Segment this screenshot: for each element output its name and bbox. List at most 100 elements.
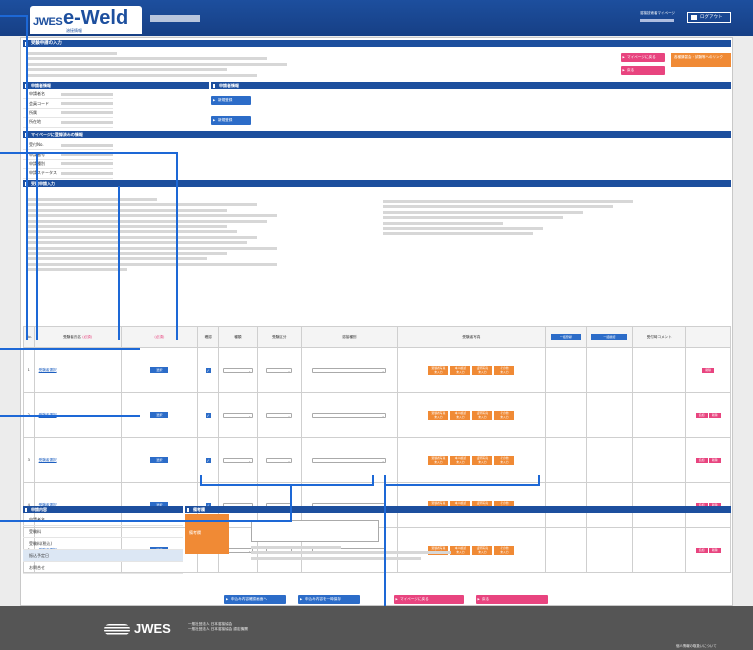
annotation-line — [384, 475, 386, 612]
category-cell: ⌄ — [256, 392, 303, 438]
bulk-check-button[interactable]: 一括確認 — [591, 334, 628, 340]
photos-cell: 受験者写真未入力本人確認未入力証明写真未入力その他未入力 — [396, 392, 547, 438]
footer-logo: JWES — [104, 621, 171, 636]
col-comment: 受付時コメント — [632, 326, 687, 348]
col-bulk-check: 一括確認 — [585, 326, 634, 348]
annotation-line — [0, 348, 140, 350]
field-label: 受験料(税込) — [29, 540, 53, 546]
photo-button[interactable]: 証明写真未入力 — [472, 410, 493, 420]
photo-button[interactable]: 受験者写真未入力 — [428, 410, 449, 420]
confirm-checkbox[interactable]: ✓ — [205, 457, 211, 463]
bulk-check-cell — [585, 392, 634, 438]
annotation-line — [36, 152, 38, 340]
select-cell: 選択 — [120, 347, 199, 393]
remarks-textarea[interactable] — [251, 520, 379, 542]
page-title: 受験申請の入力 — [23, 40, 731, 47]
table-row: 1 受験者選択 選択 ✓ ⌄ ⌄ ⌄ 受験者写真 未入力 本人確認 未入力 証明写真 未入… — [23, 347, 731, 393]
bulk-cell — [545, 347, 587, 393]
bulk-register-button[interactable]: 一括登録 — [550, 334, 581, 340]
add-button[interactable]: 追加 — [695, 547, 708, 553]
delete-button[interactable]: 削除 — [708, 547, 721, 553]
link-button[interactable]: 各種講習会・試験等へのリンク — [671, 53, 731, 67]
select-button[interactable]: 選択 — [150, 412, 169, 418]
footer-org: 一般社団法人 日本溶接協会 一般社団法人 日本溶接協会 認定機関 — [188, 622, 248, 632]
jwes-wave-icon — [104, 624, 130, 636]
app-header: JWES e-Weld 溶接情報 溶接技術者マイページ ログアウト — [0, 0, 753, 36]
delete-button[interactable]: 削除 — [708, 412, 721, 418]
bulk-check-cell — [585, 347, 634, 393]
photos-cell: 受験者写真未入力本人確認未入力証明写真未入力その他未入力 — [396, 347, 547, 393]
confirm-checkbox[interactable]: ✓ — [205, 367, 211, 373]
row-no: 3 — [23, 437, 35, 483]
action-cell: 追加 削除 — [685, 482, 731, 528]
register-button-2[interactable]: 新規登録 — [211, 116, 251, 125]
select-applicant-link[interactable]: 受験者選択 — [39, 368, 57, 372]
photos-cell: 受験者写真未入力本人確認未入力証明写真未入力その他未入力 — [396, 437, 547, 483]
col-name-label: 受験者氏名 — [63, 334, 82, 339]
weld-cell: ⌄ — [301, 392, 398, 438]
confirm-checkbox[interactable]: ✓ — [205, 412, 211, 418]
action-cell: 削除 — [685, 347, 731, 393]
delete-button[interactable]: 削除 — [702, 367, 715, 373]
photo-button[interactable]: 受験者写真未入力 — [428, 455, 449, 465]
annotation-line — [26, 15, 28, 340]
logout-button[interactable]: ログアウト — [687, 12, 731, 23]
photo-button[interactable]: 本人確認未入力 — [450, 365, 471, 375]
action-cell: 追加 削除 — [685, 392, 731, 438]
annotation-line — [38, 152, 178, 154]
photo-button[interactable]: その他未入力 — [494, 365, 515, 375]
logout-label: ログアウト — [700, 15, 723, 20]
bottom-mypage-button[interactable]: マイページに戻る — [394, 595, 464, 604]
site-footer: JWES 一般社団法人 日本溶接協会 一般社団法人 日本溶接協会 認定機関 個人… — [0, 606, 753, 650]
photos-cell: 受験者写真未入力本人確認未入力証明写真未入力その他未入力 — [396, 482, 547, 528]
select-applicant-link[interactable]: 受験者選択 — [39, 458, 57, 462]
field-label: 振込予定日 — [29, 552, 49, 558]
footer-org-line: 一般社団法人 日本溶接協会 認定機関 — [188, 627, 248, 631]
field-label: 受付No. — [29, 142, 44, 148]
mypage-button[interactable]: マイページに戻る — [621, 53, 665, 62]
add-button[interactable]: 追加 — [695, 457, 708, 463]
field-label: 申請者名 — [29, 91, 45, 97]
col-photos: 受験者写真 — [396, 326, 547, 348]
photo-button[interactable]: 証明写真未入力 — [472, 545, 493, 555]
weld-select[interactable]: ⌄ — [312, 412, 387, 418]
select-button[interactable]: 選択 — [150, 367, 169, 373]
weld-select[interactable]: ⌄ — [312, 367, 387, 373]
row-no: 1 — [23, 347, 35, 393]
input-notes-left — [27, 198, 357, 273]
photo-button[interactable]: その他未入力 — [494, 410, 515, 420]
photo-button[interactable]: その他未入力 — [494, 455, 515, 465]
category-select[interactable]: ⌄ — [266, 412, 293, 418]
type-select[interactable]: ⌄ — [222, 412, 253, 418]
category-select[interactable]: ⌄ — [266, 457, 293, 463]
add-button[interactable]: 追加 — [695, 412, 708, 418]
select-cell: 選択 — [120, 437, 199, 483]
confirm-button[interactable]: 申込み内容確認画面へ — [224, 595, 286, 604]
field-value — [61, 143, 113, 147]
bulk-check-cell — [585, 527, 634, 573]
select-button[interactable]: 選択 — [150, 457, 169, 463]
save-draft-button[interactable]: 申込み内容を一時保存 — [298, 595, 360, 604]
col-bulk: 一括登録 — [545, 326, 587, 348]
privacy-link[interactable]: 個人情報の取扱いについて — [676, 643, 717, 648]
weld-select[interactable]: ⌄ — [312, 457, 387, 463]
type-select[interactable]: ⌄ — [222, 457, 253, 463]
bulk-check-cell — [585, 482, 634, 528]
comment-cell — [632, 347, 687, 393]
bottom-back-button[interactable]: 戻る — [476, 595, 548, 604]
type-select[interactable]: ⌄ — [222, 367, 253, 373]
back-button[interactable]: 戻る — [621, 66, 665, 75]
photo-button[interactable]: 本人確認未入力 — [450, 410, 471, 420]
photo-button[interactable]: その他未入力 — [494, 545, 515, 555]
field-label: 申請種別 — [23, 161, 61, 167]
photo-button[interactable]: 本人確認未入力 — [450, 455, 471, 465]
remarks-notes — [251, 546, 471, 562]
photo-button[interactable]: 証明写真未入力 — [472, 365, 493, 375]
category-select[interactable]: ⌄ — [266, 367, 293, 373]
register-button-1[interactable]: 新規登録 — [211, 96, 251, 105]
photo-button[interactable]: 証明写真未入力 — [472, 455, 493, 465]
delete-button[interactable]: 削除 — [708, 457, 721, 463]
photo-button[interactable]: 受験者写真未入力 — [428, 365, 449, 375]
eweld-logo[interactable]: JWES e-Weld 溶接情報 — [30, 6, 142, 34]
mypage-section-title: マイページに登録済みの情報 — [23, 131, 731, 138]
